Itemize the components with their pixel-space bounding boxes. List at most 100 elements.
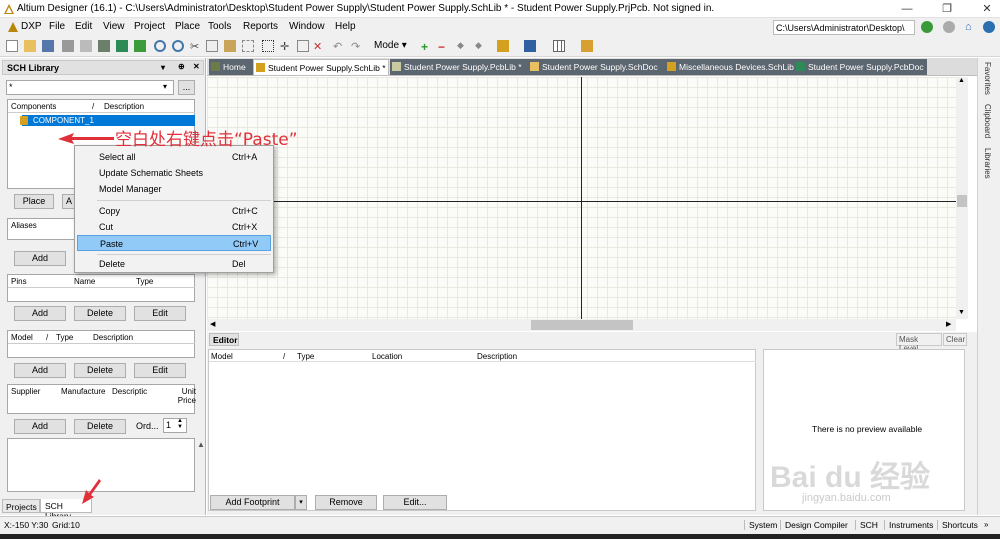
status-system[interactable]: System xyxy=(744,520,777,530)
scroll-left-icon[interactable]: ◀ xyxy=(210,320,215,328)
collapse-icon[interactable]: ▲ xyxy=(197,440,205,449)
select-area-icon[interactable] xyxy=(262,40,274,52)
undo-icon[interactable]: ↶ xyxy=(333,40,345,53)
tab-pcbdoc[interactable]: Student Power Supply.PcbDoc xyxy=(794,59,927,75)
menu-help[interactable]: Help xyxy=(335,21,356,32)
place-pin-icon[interactable] xyxy=(524,40,536,52)
col-type[interactable]: Type xyxy=(56,333,73,342)
paste-icon[interactable] xyxy=(224,40,236,52)
layer-icon[interactable] xyxy=(98,40,110,52)
menu-dxp[interactable]: DXP xyxy=(21,21,42,32)
menu-item-model-manager[interactable]: Model Manager xyxy=(77,181,271,197)
menu-project[interactable]: Project xyxy=(134,21,165,32)
col-manufacturer[interactable]: Manufacture xyxy=(61,387,109,396)
col-aliases[interactable]: Aliases xyxy=(11,221,37,230)
col-components[interactable]: Components xyxy=(11,102,56,111)
place-button[interactable]: Place xyxy=(14,194,54,209)
mask-level-button[interactable]: Mask Level xyxy=(896,333,942,353)
col-unit-price[interactable]: Unit Price xyxy=(174,387,196,405)
vertical-scrollbar[interactable]: ▲ ▼ xyxy=(956,77,968,319)
col-description[interactable]: Description xyxy=(93,333,133,342)
supplier-list[interactable]: Supplier Manufacture Descriptic Unit Pri… xyxy=(7,384,196,414)
select-inside-icon[interactable] xyxy=(297,40,309,52)
clear-button[interactable]: Clear xyxy=(943,333,967,346)
model-icon[interactable] xyxy=(581,40,593,52)
open-folder-icon[interactable] xyxy=(24,40,36,52)
col-description[interactable]: Description xyxy=(104,102,144,111)
status-design-compiler[interactable]: Design Compiler xyxy=(780,520,848,530)
scroll-thumb[interactable] xyxy=(957,195,967,207)
col-model[interactable]: Model xyxy=(11,333,33,342)
tab-clipboard[interactable]: Clipboard xyxy=(983,104,992,138)
col-supplier[interactable]: Supplier xyxy=(11,387,40,396)
menu-item-select-all[interactable]: Select all Ctrl+A xyxy=(77,149,271,165)
dropdown-icon[interactable]: ▾ xyxy=(161,63,165,72)
menu-place[interactable]: Place xyxy=(175,21,200,32)
model-table[interactable]: Model / Type Location Description xyxy=(208,349,756,511)
menu-edit[interactable]: Edit xyxy=(75,21,92,32)
home-icon[interactable]: ⌂ xyxy=(965,21,977,33)
grid-icon[interactable] xyxy=(553,40,565,52)
supplier-add-button[interactable]: Add xyxy=(14,419,66,434)
tab-favorites[interactable]: Favorites xyxy=(983,62,992,95)
new-file-icon[interactable] xyxy=(6,40,18,52)
horizontal-scrollbar[interactable]: ◀ ▶ xyxy=(207,319,956,331)
menu-item-cut[interactable]: Cut Ctrl+X xyxy=(77,219,271,235)
add-footprint-button[interactable]: Add Footprint xyxy=(210,495,295,510)
path-field[interactable]: C:\Users\Administrator\Desktop\ xyxy=(773,20,915,35)
add-part-icon[interactable]: + xyxy=(421,40,433,54)
menu-item-delete[interactable]: Delete Del xyxy=(77,256,271,272)
model-add-button[interactable]: Add xyxy=(14,363,66,378)
col-name[interactable]: Name xyxy=(74,277,95,286)
minimize-button[interactable]: — xyxy=(900,2,914,16)
mode-dropdown[interactable]: Mode ▾ xyxy=(374,40,407,51)
tab-schlib[interactable]: Student Power Supply.SchLib * xyxy=(253,59,389,75)
menu-item-update-sheets[interactable]: Update Schematic Sheets xyxy=(77,165,271,181)
menu-item-copy[interactable]: Copy Ctrl+C xyxy=(77,203,271,219)
drawing-tools-icon[interactable] xyxy=(497,40,509,52)
filter-input[interactable]: * xyxy=(6,80,174,95)
editor-tab[interactable]: Editor xyxy=(209,333,239,346)
rubber-stamp-icon[interactable] xyxy=(242,40,254,52)
schematic-canvas[interactable] xyxy=(207,77,956,319)
col-description[interactable]: Descriptic xyxy=(112,387,150,396)
tab-pcblib[interactable]: Student Power Supply.PcbLib * xyxy=(390,59,528,75)
zoom-in-icon[interactable] xyxy=(154,40,166,52)
remove-button[interactable]: Remove xyxy=(315,495,377,510)
model-list[interactable]: Model / Type Description xyxy=(7,330,195,358)
pins-list[interactable]: Pins Name Type xyxy=(7,274,195,302)
tab-home[interactable]: Home xyxy=(209,59,253,75)
scroll-down-icon[interactable]: ▼ xyxy=(958,309,965,316)
pins-delete-button[interactable]: Delete xyxy=(74,306,126,321)
edit-button[interactable]: Edit... xyxy=(383,495,447,510)
scroll-up-icon[interactable]: ▲ xyxy=(958,77,965,84)
close-button[interactable]: ✕ xyxy=(980,2,994,16)
tab-projects[interactable]: Projects xyxy=(2,499,40,513)
copy-icon[interactable] xyxy=(206,40,218,52)
remove-part-icon[interactable]: − xyxy=(438,40,450,54)
model-delete-button[interactable]: Delete xyxy=(74,363,126,378)
supplier-delete-button[interactable]: Delete xyxy=(74,419,126,434)
tab-libraries[interactable]: Libraries xyxy=(983,148,992,179)
col-type[interactable]: Type xyxy=(297,352,314,361)
chevron-down-icon[interactable]: ▾ xyxy=(163,82,167,91)
add-footprint-dropdown[interactable]: ▾ xyxy=(295,495,307,510)
cut-icon[interactable]: ✂ xyxy=(190,40,202,53)
menu-reports[interactable]: Reports xyxy=(243,21,278,32)
status-sch[interactable]: SCH xyxy=(855,520,878,530)
back-icon[interactable] xyxy=(921,21,933,33)
menu-file[interactable]: File xyxy=(49,21,65,32)
redo-icon[interactable]: ↷ xyxy=(351,40,363,53)
col-model[interactable]: Model xyxy=(211,352,233,361)
restore-button[interactable]: ❐ xyxy=(940,2,954,16)
panel-close-icon[interactable]: ✕ xyxy=(193,62,200,71)
next-part-icon[interactable]: ◆ xyxy=(475,40,487,52)
menu-view[interactable]: View xyxy=(103,21,125,32)
model-edit-button[interactable]: Edit xyxy=(134,363,186,378)
col-description[interactable]: Description xyxy=(477,352,517,361)
col-location[interactable]: Location xyxy=(372,352,402,361)
status-overflow-icon[interactable]: » xyxy=(984,520,988,529)
tab-misc-devices[interactable]: Miscellaneous Devices.SchLib xyxy=(665,59,794,75)
scroll-thumb[interactable] xyxy=(531,320,633,330)
zoom-out-icon[interactable] xyxy=(172,40,184,52)
